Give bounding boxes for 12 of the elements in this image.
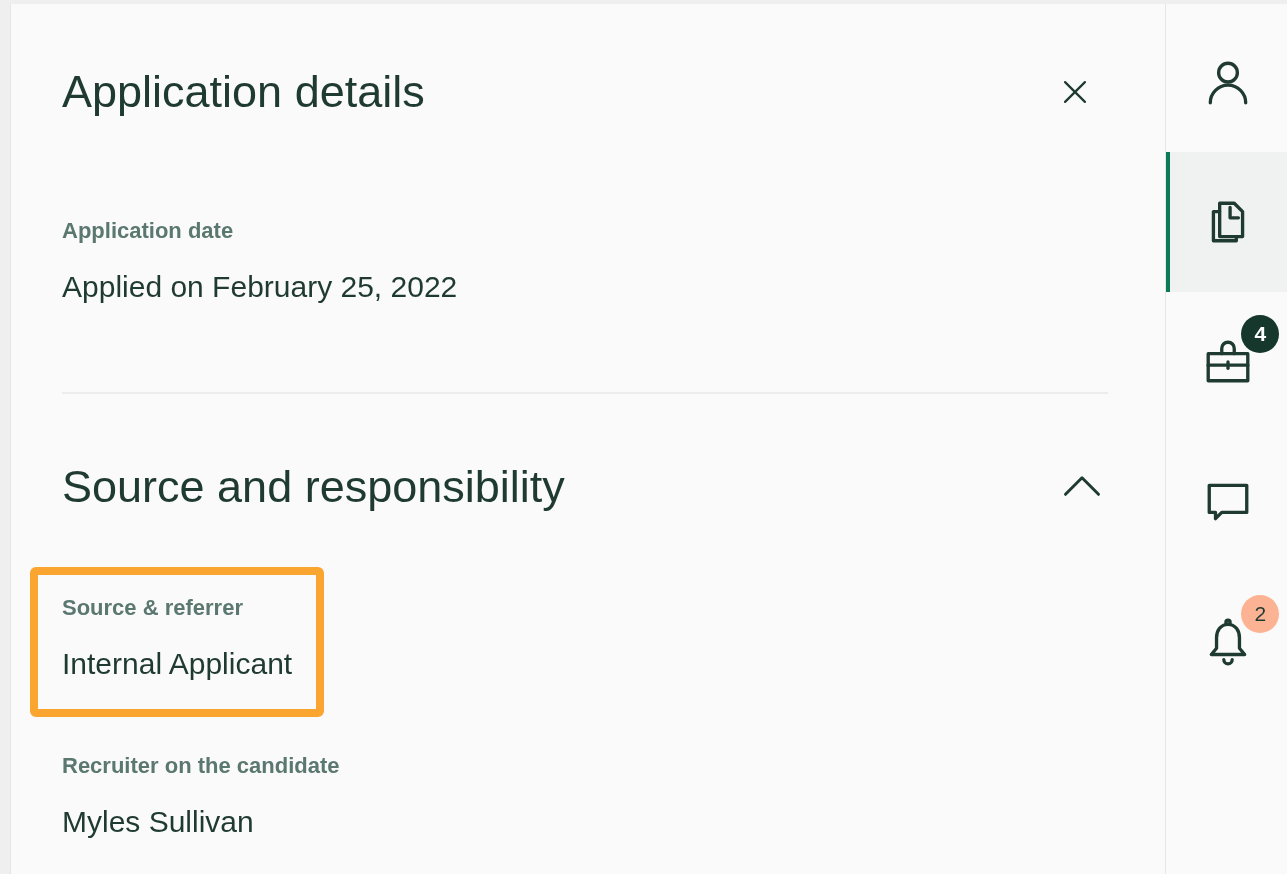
field-label: Application date: [62, 217, 235, 245]
field-value: Applied on February 25, 2022: [62, 269, 458, 305]
rail-tab[interactable]: 4: [1165, 292, 1287, 432]
field-value: Myles Sullivan: [62, 804, 255, 840]
field-label: Recruiter on the candidate: [62, 752, 340, 780]
panel-title: Application details: [62, 65, 425, 119]
rail-tab[interactable]: 2: [1165, 572, 1287, 712]
field-value: Internal Applicant: [62, 646, 293, 682]
section-heading: Source and responsibility: [62, 460, 565, 514]
count-badge: 4: [1241, 315, 1280, 353]
field-label: Source & referrer: [62, 594, 244, 622]
count-badge: 2: [1241, 595, 1280, 633]
